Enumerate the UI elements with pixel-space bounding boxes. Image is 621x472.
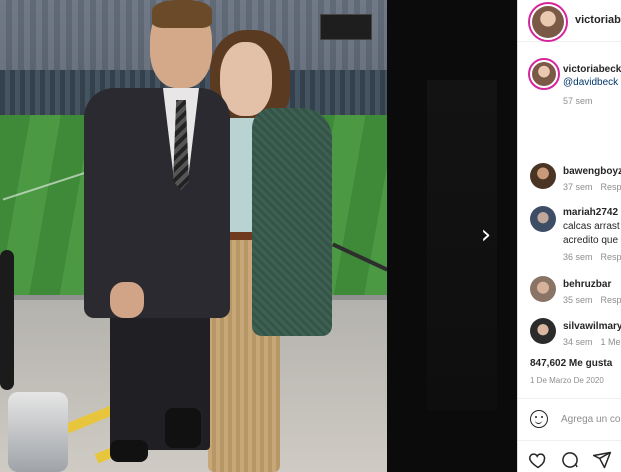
man-hand [110, 282, 144, 318]
comment-username[interactable]: bawengboyz [563, 166, 621, 177]
comment-pane: victoriabe victoriabeck @davidbeck 57 se… [517, 0, 621, 472]
comment-avatar[interactable] [530, 206, 556, 232]
comment-avatar[interactable] [530, 163, 556, 189]
caption-avatar[interactable] [528, 58, 560, 90]
comment-username[interactable]: silvawilmary [563, 321, 621, 332]
likes-count[interactable]: 847,602 Me gusta [530, 358, 612, 369]
comment-text: calcas arrast [563, 221, 620, 232]
comment-username[interactable]: behruzbar [563, 279, 611, 290]
post-date: 1 De Marzo De 2020 [530, 376, 604, 385]
comment-time: 34 sem [563, 337, 593, 347]
man-shoe [165, 408, 201, 448]
reply-button[interactable]: 1 Me [601, 337, 621, 347]
comment-username[interactable]: mariah2742 [563, 207, 618, 218]
avatar[interactable] [528, 2, 568, 42]
reply-button[interactable]: Resp [601, 182, 621, 192]
reply-button[interactable]: Resp [601, 295, 621, 305]
emoji-icon[interactable] [530, 410, 548, 428]
man-suit [84, 88, 230, 318]
header-username[interactable]: victoriabe [575, 14, 621, 26]
comment-time: 37 sem [563, 182, 593, 192]
caption-time: 57 sem [563, 96, 593, 106]
comment-meta: 34 sem 1 Me [563, 337, 621, 347]
comment-avatar[interactable] [530, 318, 556, 344]
scoreboard [320, 14, 372, 40]
caption-mention[interactable]: @davidbeck [563, 77, 618, 88]
carousel-backdrop [387, 0, 517, 472]
comment-meta: 36 sem Resp [563, 252, 621, 262]
comment-input[interactable] [561, 410, 621, 428]
post-header: victoriabe [518, 0, 621, 42]
comment-time: 35 sem [563, 295, 593, 305]
seat [8, 392, 68, 472]
man-hair [152, 0, 212, 28]
foreground-object [0, 250, 14, 390]
heart-icon[interactable] [528, 450, 548, 470]
comment-text-line2: acredito que [563, 235, 619, 246]
comment-avatar[interactable] [530, 276, 556, 302]
send-icon[interactable] [592, 450, 612, 470]
comment-meta: 35 sem Resp [563, 295, 621, 305]
woman-face [220, 42, 272, 116]
next-arrow-icon[interactable]: › [477, 222, 495, 248]
comment-time: 36 sem [563, 252, 593, 262]
woman-jacket [252, 108, 332, 336]
man-shoe [110, 440, 148, 462]
comment-icon[interactable] [560, 450, 580, 470]
post-actions [518, 440, 621, 472]
post-photo [0, 0, 387, 472]
add-comment-row [518, 398, 621, 438]
comment-meta: 37 sem Resp [563, 182, 621, 192]
caption-username[interactable]: victoriabeck [563, 64, 621, 75]
reply-button[interactable]: Resp [601, 252, 621, 262]
